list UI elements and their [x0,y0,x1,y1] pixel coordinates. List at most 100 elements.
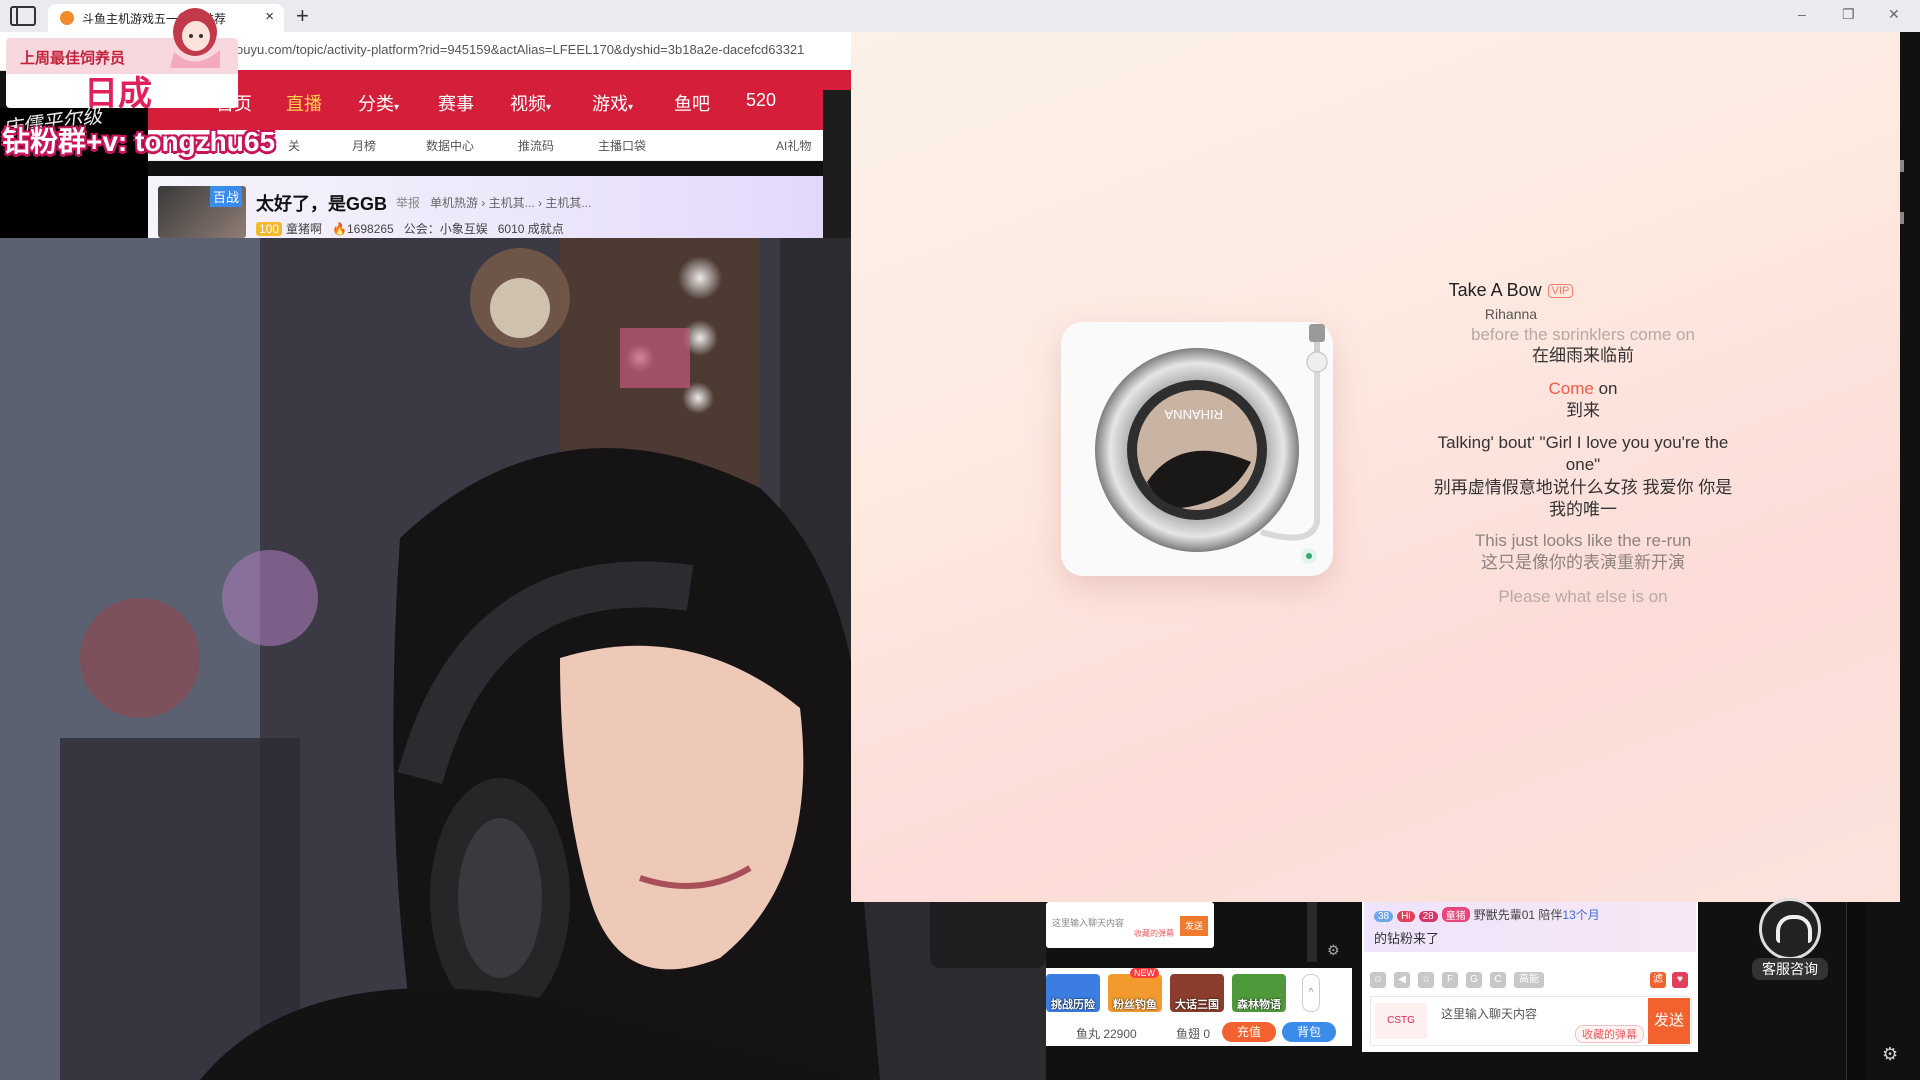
saved-barrage-button[interactable]: 收藏的弹幕 [1575,1025,1644,1043]
sidebar-toggle-icon[interactable] [10,6,36,26]
gift-icon[interactable]: G [1466,972,1482,988]
chat-months: 13个月 [1562,908,1600,922]
chat-message: 38 Hi 28 童猪 野獣先輩01 陪伴13个月 的钻粉来了 [1364,902,1696,952]
high-energy-button[interactable]: 高能 [1514,972,1544,988]
nav-520[interactable]: 520 [746,90,776,111]
chat-message-line2: 的钻粉来了 [1374,931,1440,946]
send-button[interactable]: 发送 [1648,998,1690,1044]
room-categories: 举报 单机热游 › 主机其... › 主机其... [396,194,591,211]
new-badge: NEW [1130,968,1159,978]
subnav-monthly[interactable]: 月榜 [352,137,376,154]
mini-chat-box: 这里输入聊天内容 收藏的弹幕 发送 [1046,902,1214,948]
megaphone-icon[interactable]: ◀ [1394,972,1410,988]
heat-icon: 🔥 [332,222,347,236]
lyric-line-current: Come on [1548,379,1618,398]
chat-input[interactable]: 这里输入聊天内容 [1441,1005,1537,1022]
vip-badge: VIP [1547,284,1574,298]
customer-service-button[interactable]: 客服咨询 [1752,898,1828,980]
lyric-line-current-translation: 到来 [1566,401,1600,420]
music-player-window: RIHANNA Take A Bow VIP Rihanna before the… [851,32,1900,902]
subnav-follow[interactable]: 关 [288,137,300,154]
new-tab-button[interactable]: + [296,3,309,29]
chat-text: 陪伴 [1535,908,1563,922]
lyric-line: Talking' bout' "Girl I love you you're t… [1437,433,1729,474]
scrollbar[interactable] [1307,902,1317,962]
nav-games[interactable]: 游戏▾ [592,90,633,116]
customer-service-label: 客服咨询 [1752,958,1828,980]
hi-badge: Hi [1397,911,1415,922]
douyu-favicon-icon [60,11,74,25]
headset-icon [1759,898,1821,960]
game-fan-fishing[interactable]: 粉丝钓鱼 [1108,974,1162,1012]
subnav-stream-key[interactable]: 推流码 [518,137,554,154]
lyric-line: before the sprinklers come on [1471,325,1695,340]
nav-category[interactable]: 分类▾ [358,90,399,116]
browser-titlebar: 斗鱼主机游戏五一热门推荐 × + – ❐ ✕ [0,0,1920,32]
tab-close-icon[interactable]: × [265,8,274,25]
album-text: RIHANNA [1164,407,1223,422]
room-meta: 100 童猪啊 🔥1698265 公会：小象互娱 6010 成就点 [256,220,564,237]
chat-username[interactable]: 野獣先輩01 [1474,908,1535,922]
chat-input-box: CSTG 这里输入聊天内容 收藏的弹幕 [1370,996,1692,1046]
user-badge-avatar: CSTG [1375,1003,1427,1039]
nav-yuba[interactable]: 鱼吧 [674,90,710,116]
heat-value: 1698265 [347,222,394,236]
guild-text[interactable]: 公会：小象互娱 [404,222,488,236]
yuwan-balance: 鱼丸 22900 [1076,1027,1137,1041]
fan-icon[interactable]: F [1442,972,1458,988]
vinyl-record: RIHANNA [1095,324,1328,564]
chat-message-line1: 38 Hi 28 童猪 野獣先輩01 陪伴13个月 [1374,906,1600,923]
yuchi-balance: 鱼翅 0 [1176,1027,1211,1041]
game-adventure[interactable]: 挑战历险 [1046,974,1100,1012]
mini-barrage-button[interactable]: 收藏的弹幕 [1134,928,1174,939]
user-level-badge: 28 [1418,911,1438,922]
mini-chat-input[interactable]: 这里输入聊天内容 [1052,916,1124,929]
gear-icon[interactable]: ⚙ [1327,942,1340,959]
lyric-line: Please what else is on [1498,587,1668,606]
streamer-level-badge: 100 [256,222,283,236]
page-side-strip [823,90,851,238]
close-window-button[interactable]: ✕ [1888,6,1900,23]
url-text[interactable]: ouyu.com/topic/activity-platform?rid=945… [236,42,846,57]
anime-girl-icon [170,8,220,68]
turntable: RIHANNA [1061,322,1333,576]
nav-esports[interactable]: 赛事 [438,90,474,116]
song-title: Take A Bow VIP [1281,280,1741,301]
streamer-name[interactable]: 童猪啊 [286,222,322,236]
fan-level-badge: 38 [1374,911,1394,922]
emoji-icon[interactable]: ☺ [1370,972,1386,988]
bag-button[interactable]: 背包 [1282,1022,1336,1042]
fan-group-text: 钻粉群+v: tongzhu65 [2,126,276,157]
report-link[interactable]: 举报 [396,196,420,210]
lyric-line: 这只是像你的表演重新开演 [1481,553,1685,572]
room-info-bar: 百战 太好了，是GGB 举报 单机热游 › 主机其... › 主机其... 100… [148,176,823,238]
room-badge: 百战 [210,186,243,207]
room-title: 太好了，是GGB [256,194,388,214]
chat-toolbar: ☺ ◀ ☆ F G C 高能 滤 ♥ [1370,972,1690,992]
lyric-line: 在细雨来临前 [1532,346,1634,365]
restore-button[interactable]: ❐ [1842,6,1855,23]
game-three-kingdoms[interactable]: 大话三国 [1170,974,1224,1012]
settings-gear-icon[interactable]: ⚙ [1882,1044,1898,1065]
notification-icon[interactable]: ♥ [1672,972,1688,988]
subnav-ai-gift[interactable]: AI礼物 [776,137,811,154]
game-forest-story[interactable]: 森林物语 [1232,974,1286,1012]
color-icon[interactable]: C [1490,972,1506,988]
minimize-button[interactable]: – [1798,6,1806,22]
page-scrollbar[interactable] [1846,902,1865,1080]
nav-live[interactable]: 直播 [286,90,322,116]
song-artist[interactable]: Rihanna [1281,306,1741,322]
best-feeder-caption: 上周最佳饲养员 [20,50,126,67]
filter-icon[interactable]: 滤 [1650,972,1666,988]
subnav-streamer-pocket[interactable]: 主播口袋 [598,137,646,154]
song-title-text: Take A Bow [1448,280,1542,300]
recharge-button[interactable]: 充值 [1222,1022,1276,1042]
mini-send-button[interactable]: 发送 [1180,916,1208,936]
lyric-line: 别再虚情假意地说什么女孩 我爱你 你是我的唯一 [1433,478,1733,519]
category-breadcrumb[interactable]: 单机热游 › 主机其... › 主机其... [430,196,591,210]
expand-games-button[interactable]: ^ [1302,974,1320,1012]
subnav-data-center[interactable]: 数据中心 [426,137,474,154]
star-icon[interactable]: ☆ [1418,972,1434,988]
lyric-line: This just looks like the re-run [1474,531,1692,550]
nav-video[interactable]: 视频▾ [510,90,551,116]
